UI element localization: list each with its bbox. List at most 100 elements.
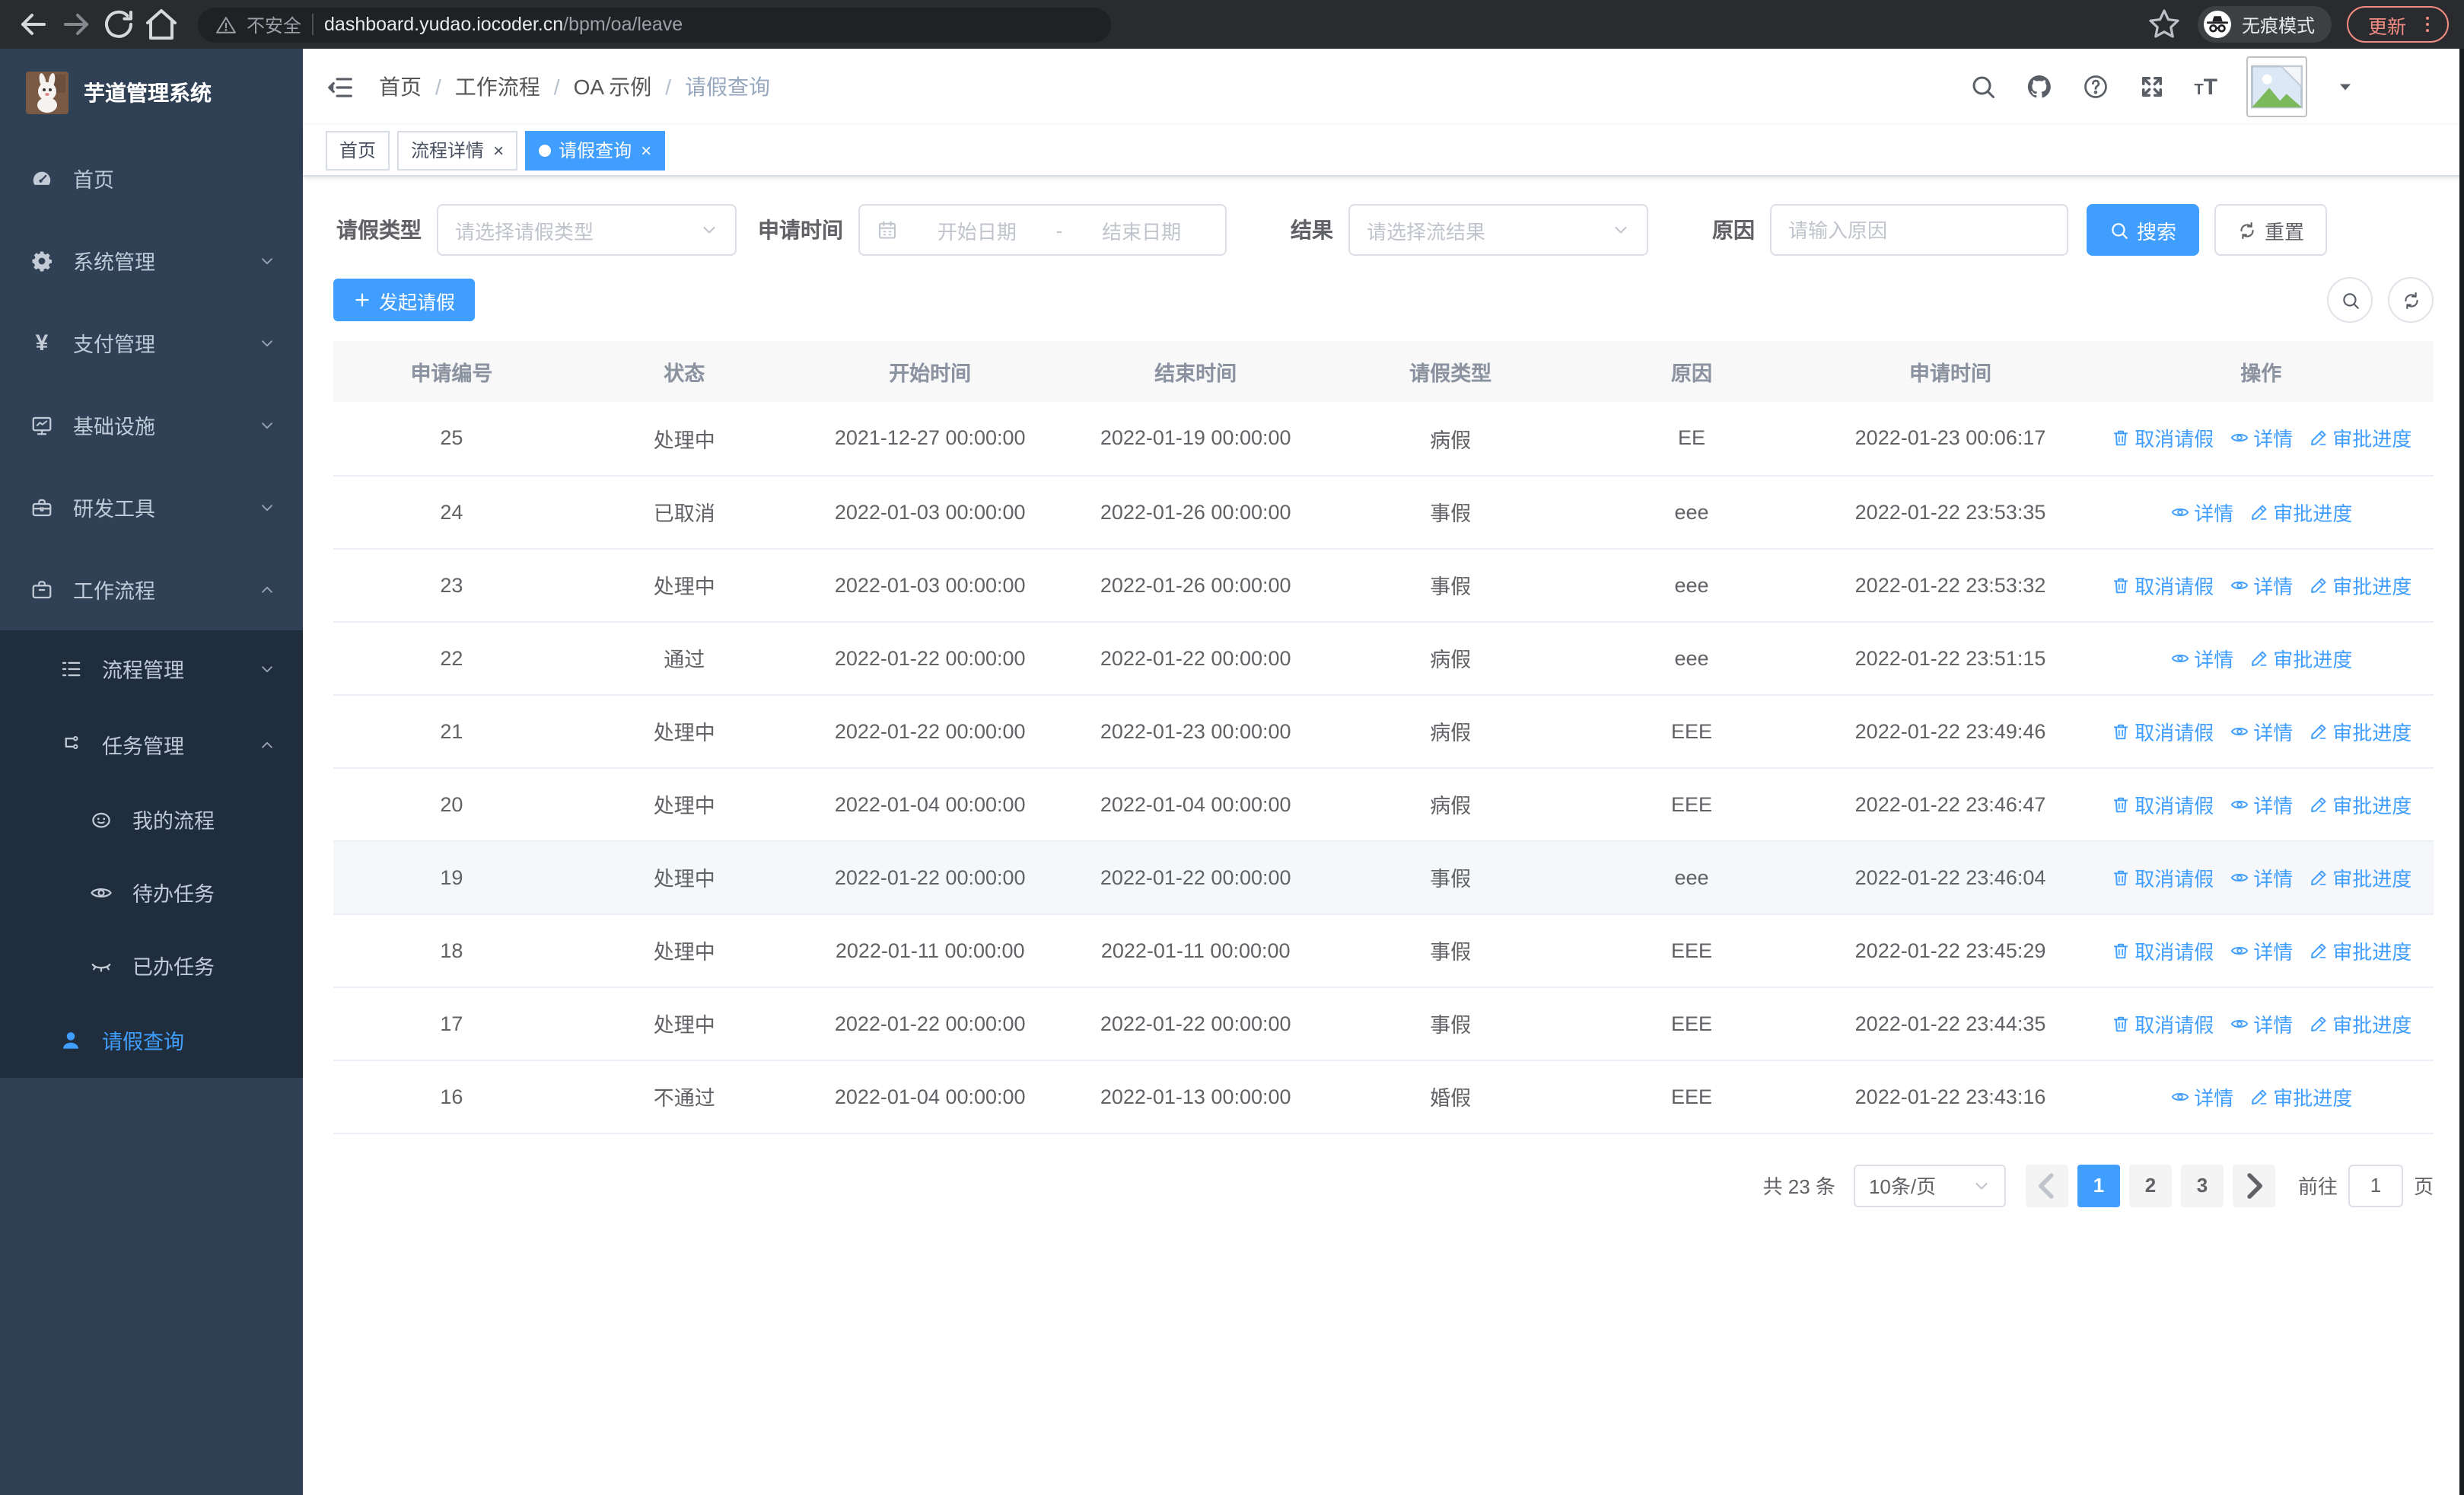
url-bar[interactable]: 不安全 dashboard.yudao.iocoder.cn/bpm/oa/le… — [198, 7, 1111, 42]
cell-id: 16 — [333, 1060, 570, 1133]
progress-action-link[interactable]: 审批进度 — [2308, 936, 2411, 964]
browser-back-icon[interactable] — [15, 6, 52, 43]
result-select[interactable]: 请选择流结果 — [1348, 204, 1648, 256]
cancel-action-link[interactable]: 取消请假 — [2110, 862, 2214, 891]
fullscreen-icon[interactable] — [2138, 73, 2165, 100]
progress-action-link[interactable]: 审批进度 — [2308, 716, 2411, 745]
next-page-button[interactable] — [2232, 1164, 2275, 1207]
detail-action-link[interactable]: 详情 — [2170, 497, 2233, 526]
bookmark-star-icon[interactable] — [2146, 6, 2182, 43]
refresh-table-button[interactable] — [2388, 277, 2434, 323]
edit-icon — [2249, 648, 2268, 668]
logo-row[interactable]: 芋道管理系统 — [0, 49, 303, 137]
toggle-search-button[interactable] — [2327, 277, 2373, 323]
browser-forward-icon[interactable] — [58, 6, 94, 43]
filter-result: 结果 请选择流结果 — [1245, 204, 1648, 256]
progress-action-link[interactable]: 审批进度 — [2249, 497, 2352, 526]
column-header: 状态 — [569, 341, 799, 402]
breadcrumb-item: 请假查询 — [685, 75, 771, 99]
detail-action-link[interactable]: 详情 — [2229, 789, 2293, 818]
window-scrollbar[interactable] — [2459, 49, 2464, 1495]
breadcrumb-item[interactable]: 工作流程 — [455, 72, 540, 102]
search-button[interactable]: 搜索 — [2087, 204, 2200, 256]
progress-action-link[interactable]: 审批进度 — [2308, 789, 2411, 818]
detail-action-link[interactable]: 详情 — [2229, 1009, 2293, 1038]
progress-action-link[interactable]: 审批进度 — [2308, 570, 2411, 599]
security-warning-icon[interactable] — [216, 14, 236, 34]
cancel-action-link[interactable]: 取消请假 — [2110, 789, 2214, 818]
browser-update-button[interactable]: 更新 — [2346, 6, 2449, 43]
prev-page-button[interactable] — [2025, 1164, 2068, 1207]
page-button-1[interactable]: 1 — [2077, 1164, 2120, 1207]
sidebar-collapse-icon[interactable] — [326, 72, 355, 101]
cancel-action-link[interactable]: 取消请假 — [2110, 716, 2214, 745]
detail-action-link[interactable]: 详情 — [2229, 716, 2293, 745]
reset-button[interactable]: 重置 — [2214, 204, 2328, 256]
sidebar-item-dev-tools[interactable]: 研发工具 — [0, 466, 303, 548]
reason-input[interactable] — [1788, 218, 2050, 241]
sidebar-item-pay-mgmt[interactable]: ¥ 支付管理 — [0, 301, 303, 384]
cell-actions: 取消请假 详情 审批进度 — [2088, 987, 2434, 1060]
sidebar-item-process-mgmt[interactable]: 流程管理 — [0, 630, 303, 706]
detail-action-link[interactable]: 详情 — [2229, 936, 2293, 964]
progress-action-link[interactable]: 审批进度 — [2249, 1082, 2352, 1111]
font-size-icon[interactable]: TT — [2194, 75, 2217, 98]
update-label: 更新 — [2367, 16, 2406, 37]
header-search-icon[interactable] — [1969, 73, 1996, 100]
detail-action-link[interactable]: 详情 — [2229, 570, 2293, 599]
view-icon — [2229, 575, 2249, 594]
tab-请假查询[interactable]: 请假查询 × — [525, 130, 666, 170]
breadcrumb-item[interactable]: OA 示例 — [574, 72, 652, 102]
sidebar-item-done-tasks[interactable]: 已办任务 — [0, 929, 303, 1002]
date-end-placeholder[interactable]: 结束日期 — [1074, 215, 1208, 244]
filter-reason: 原因 — [1667, 204, 2068, 256]
sidebar-item-system-mgmt[interactable]: 系统管理 — [0, 219, 303, 301]
date-range-picker[interactable]: 开始日期 - 结束日期 — [858, 204, 1227, 256]
sidebar-item-home[interactable]: 首页 — [0, 137, 303, 219]
create-leave-button[interactable]: 发起请假 — [333, 279, 476, 321]
cancel-action-link[interactable]: 取消请假 — [2110, 1009, 2214, 1038]
sidebar-item-todo-tasks[interactable]: 待办任务 — [0, 856, 303, 929]
browser-home-icon[interactable] — [143, 6, 180, 43]
breadcrumb-item[interactable]: 首页 — [379, 72, 422, 102]
tab-首页[interactable]: 首页 — [326, 130, 390, 170]
screen: 不安全 dashboard.yudao.iocoder.cn/bpm/oa/le… — [0, 0, 2464, 1495]
leave-type-select[interactable]: 请选择请假类型 — [437, 204, 737, 256]
avatar[interactable] — [2246, 56, 2307, 117]
sidebar-item-my-process[interactable]: 我的流程 — [0, 783, 303, 856]
cell-status: 通过 — [569, 621, 799, 695]
security-label[interactable]: 不安全 — [247, 11, 301, 37]
cancel-action-link[interactable]: 取消请假 — [2110, 424, 2214, 453]
page-button-2[interactable]: 2 — [2128, 1164, 2172, 1207]
detail-action-link[interactable]: 详情 — [2229, 424, 2293, 453]
page-button-3[interactable]: 3 — [2180, 1164, 2224, 1207]
edit-icon — [2308, 721, 2328, 741]
help-icon[interactable] — [2081, 73, 2109, 100]
github-icon[interactable] — [2025, 73, 2052, 100]
close-icon[interactable]: × — [493, 141, 504, 159]
close-icon[interactable]: × — [641, 141, 651, 159]
user-menu-caret-icon[interactable] — [2336, 78, 2354, 96]
detail-action-link[interactable]: 详情 — [2170, 643, 2233, 672]
detail-action-link[interactable]: 详情 — [2170, 1082, 2233, 1111]
sidebar-item-infrastructure[interactable]: 基础设施 — [0, 384, 303, 466]
table-header-row: 申请编号 状态 开始时间 结束时间 请假类型 原因 申请时间 操作 — [333, 341, 2434, 402]
detail-action-link[interactable]: 详情 — [2229, 862, 2293, 891]
sidebar-item-task-mgmt[interactable]: 任务管理 — [0, 706, 303, 783]
page-size-select[interactable]: 10条/页 — [1853, 1164, 2006, 1207]
date-start-placeholder[interactable]: 开始日期 — [910, 215, 1044, 244]
cancel-action-link[interactable]: 取消请假 — [2110, 936, 2214, 964]
browser-reload-icon[interactable] — [100, 6, 137, 43]
cancel-action-link[interactable]: 取消请假 — [2110, 570, 2214, 599]
browser-menu-icon[interactable] — [2417, 14, 2438, 35]
url-text[interactable]: dashboard.yudao.iocoder.cn/bpm/oa/leave — [324, 14, 683, 35]
sidebar-item-leave-query[interactable]: 请假查询 — [0, 1002, 303, 1078]
cell-id: 21 — [333, 694, 570, 768]
progress-action-link[interactable]: 审批进度 — [2249, 643, 2352, 672]
tab-流程详情[interactable]: 流程详情 × — [397, 130, 518, 170]
progress-action-link[interactable]: 审批进度 — [2308, 1009, 2411, 1038]
progress-action-link[interactable]: 审批进度 — [2308, 862, 2411, 891]
progress-action-link[interactable]: 审批进度 — [2308, 424, 2411, 453]
sidebar-item-workflow[interactable]: 工作流程 — [0, 548, 303, 630]
goto-page-input[interactable]: 1 — [2348, 1164, 2403, 1207]
